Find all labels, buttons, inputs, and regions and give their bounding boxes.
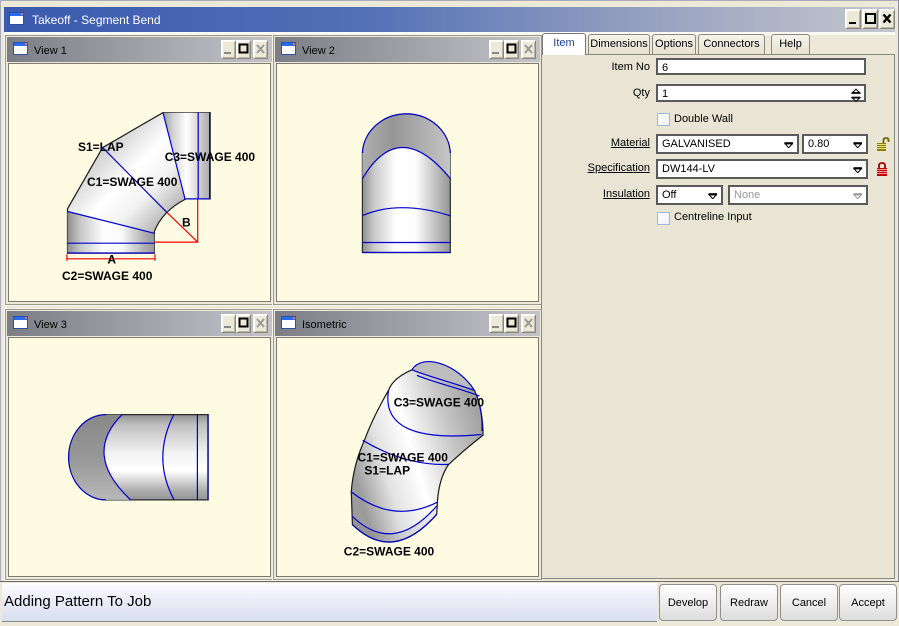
svg-text:C1=SWAGE 400: C1=SWAGE 400 [358, 451, 449, 465]
svg-text:C1=SWAGE 400: C1=SWAGE 400 [87, 175, 178, 189]
svg-text:C3=SWAGE 400: C3=SWAGE 400 [165, 150, 256, 164]
svg-text:C3=SWAGE 400: C3=SWAGE 400 [394, 396, 485, 410]
svg-text:B: B [182, 216, 191, 230]
svg-text:S1=LAP: S1=LAP [78, 140, 124, 154]
svg-text:C2=SWAGE 400: C2=SWAGE 400 [344, 545, 435, 559]
svg-text:A: A [107, 253, 116, 267]
svg-text:C2=SWAGE 400: C2=SWAGE 400 [62, 269, 153, 283]
svg-text:S1=LAP: S1=LAP [364, 464, 410, 478]
